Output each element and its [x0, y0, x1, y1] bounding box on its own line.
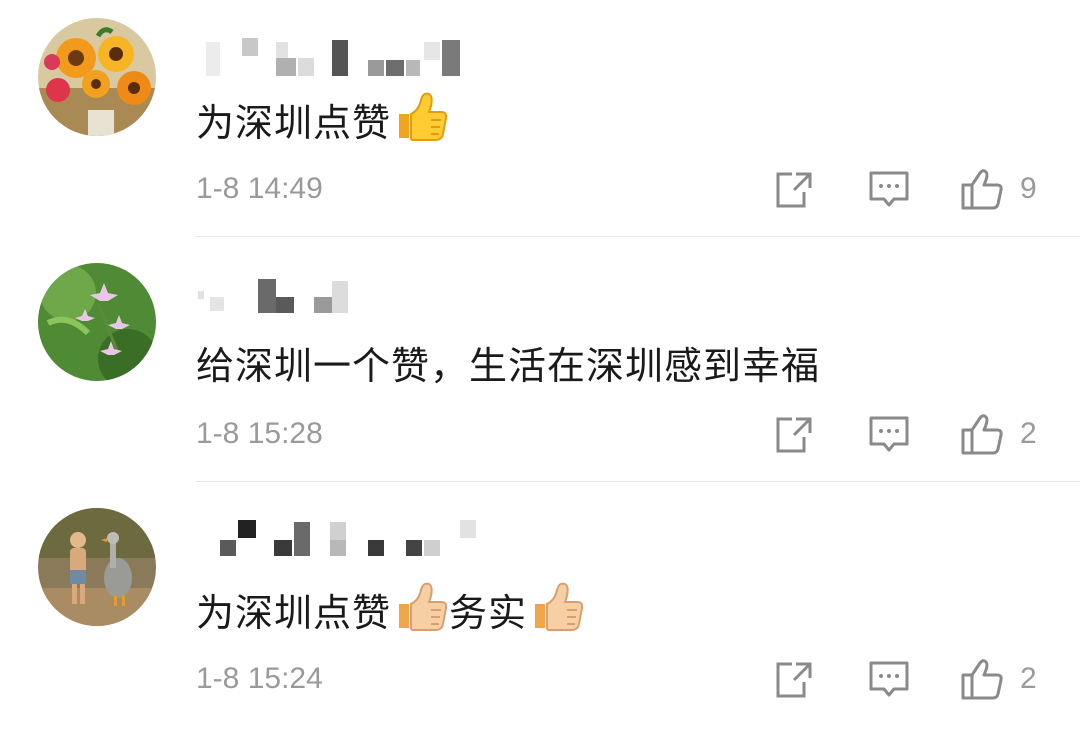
- comment-icon: [869, 661, 909, 697]
- comment-text-body: 务实: [449, 591, 528, 635]
- comment-timestamp: 1-8 15:24: [196, 662, 323, 695]
- comment-item: 给深圳一个赞，生活在深圳感到幸福 1-8 15:28 2: [0, 245, 1080, 485]
- child-with-goose-avatar-icon: [38, 508, 156, 626]
- thumbs-up-light-emoji-icon: [393, 580, 448, 641]
- thumbs-up-icon: [961, 414, 1003, 455]
- share-icon: [776, 662, 812, 698]
- reply-button[interactable]: [868, 660, 910, 704]
- thumbs-up-light-emoji-icon: [529, 580, 584, 641]
- share-icon: [776, 417, 812, 453]
- pink-flower-avatar-icon: [38, 263, 156, 381]
- username-pixelated[interactable]: [198, 518, 498, 558]
- comment-timestamp: 1-8 15:28: [196, 417, 323, 450]
- comment-timestamp: 1-8 14:49: [196, 172, 323, 205]
- thumbs-up-yellow-emoji-icon: [393, 90, 448, 151]
- share-icon: [776, 172, 812, 208]
- reply-button[interactable]: [868, 170, 910, 214]
- comment-item: 为深圳点赞 1-8 14:49 9: [0, 0, 1080, 240]
- comment-text: 为深圳点赞: [196, 90, 449, 151]
- thumbs-up-icon: [961, 169, 1003, 210]
- user-avatar[interactable]: [38, 263, 156, 381]
- comment-text-body: 为深圳点赞: [196, 591, 392, 635]
- username-pixelated[interactable]: [198, 275, 498, 315]
- like-button[interactable]: [960, 412, 1004, 460]
- share-button[interactable]: [774, 170, 814, 214]
- reply-button[interactable]: [868, 415, 910, 459]
- user-avatar[interactable]: [38, 18, 156, 136]
- like-count: 2: [1020, 417, 1037, 450]
- like-button[interactable]: [960, 167, 1004, 215]
- like-count: 2: [1020, 662, 1037, 695]
- like-button[interactable]: [960, 657, 1004, 705]
- comment-text: 为深圳点赞 务实: [196, 580, 585, 641]
- share-button[interactable]: [774, 415, 814, 459]
- user-avatar[interactable]: [38, 508, 156, 626]
- comment-text: 给深圳一个赞，生活在深圳感到幸福: [196, 344, 821, 388]
- comment-text-body: 为深圳点赞: [196, 101, 392, 145]
- sunflower-bouquet-avatar-icon: [38, 18, 156, 136]
- comment-item: 为深圳点赞 务实 1-8 15:24 2: [0, 490, 1080, 730]
- comment-icon: [869, 416, 909, 452]
- comment-icon: [869, 171, 909, 207]
- thumbs-up-icon: [961, 659, 1003, 700]
- divider: [196, 236, 1080, 237]
- username-pixelated[interactable]: [198, 38, 498, 78]
- like-count: 9: [1020, 172, 1037, 205]
- share-button[interactable]: [774, 660, 814, 704]
- divider: [196, 481, 1080, 482]
